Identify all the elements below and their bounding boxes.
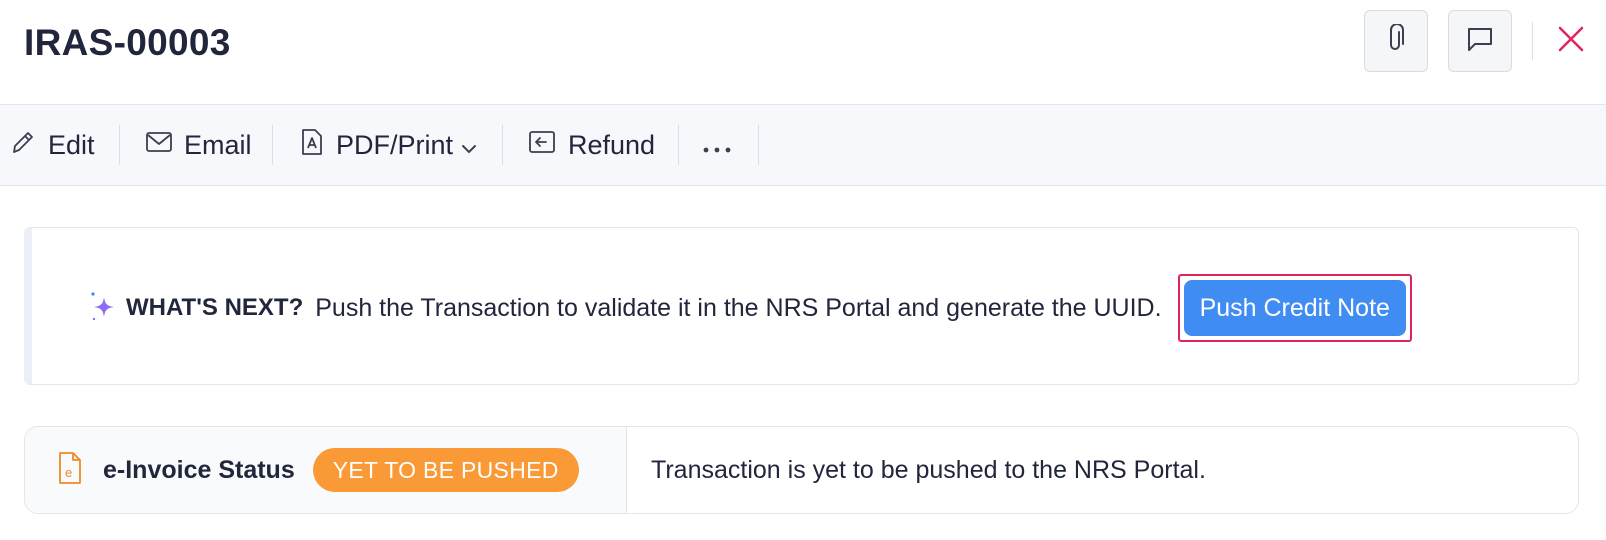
chevron-down-icon [461,130,489,161]
toolbar-divider [119,125,120,165]
refund-icon [528,129,568,162]
paperclip-icon [1383,22,1409,59]
pdf-print-label: PDF/Print [336,129,454,160]
svg-text:e: e [65,465,72,480]
email-label: Email [184,129,252,160]
einvoice-status-summary: e e-Invoice Status YET TO BE PUSHED [25,427,627,513]
pdf-icon [300,128,336,163]
page-title: IRAS-00003 [24,22,231,63]
refund-button[interactable]: Refund [528,105,655,185]
pencil-icon [10,128,48,163]
e-document-icon: e [57,451,83,490]
comments-button[interactable] [1448,10,1512,72]
email-button[interactable]: Email [146,105,252,185]
einvoice-status-label: e-Invoice Status [103,455,295,484]
pdf-print-button[interactable]: PDF/Print [300,105,489,185]
toolbar-divider [678,125,679,165]
einvoice-status-card: e e-Invoice Status YET TO BE PUSHED Tran… [24,426,1579,514]
whats-next-row: WHAT'S NEXT? Push the Transaction to val… [88,274,1412,342]
whats-next-text: Push the Transaction to validate it in t… [315,293,1162,322]
mail-icon [146,130,184,161]
whats-next-label: WHAT'S NEXT? [126,294,304,321]
status-badge: YET TO BE PUSHED [312,448,579,492]
refund-label: Refund [568,129,656,160]
edit-button[interactable]: Edit [10,105,95,185]
close-icon [1557,25,1585,58]
toolbar-divider [272,125,273,165]
chat-bubble-icon [1465,25,1495,58]
attach-button[interactable] [1364,10,1428,72]
action-toolbar: Edit Email PDF/Print Refund [0,104,1606,186]
edit-label: Edit [48,129,95,160]
more-actions-button[interactable] [702,105,744,185]
header-divider [1532,22,1533,60]
toolbar-divider [502,125,503,165]
page-header: IRAS-00003 [0,0,1606,104]
push-credit-note-button[interactable]: Push Credit Note [1183,280,1406,336]
push-button-highlight: Push Credit Note [1177,274,1412,342]
sparkle-icon [88,289,118,328]
toolbar-divider [758,125,759,165]
close-button[interactable] [1548,18,1594,64]
whats-next-card: WHAT'S NEXT? Push the Transaction to val… [24,227,1579,385]
more-horizontal-icon [702,130,744,161]
einvoice-status-message: Transaction is yet to be pushed to the N… [651,455,1206,484]
